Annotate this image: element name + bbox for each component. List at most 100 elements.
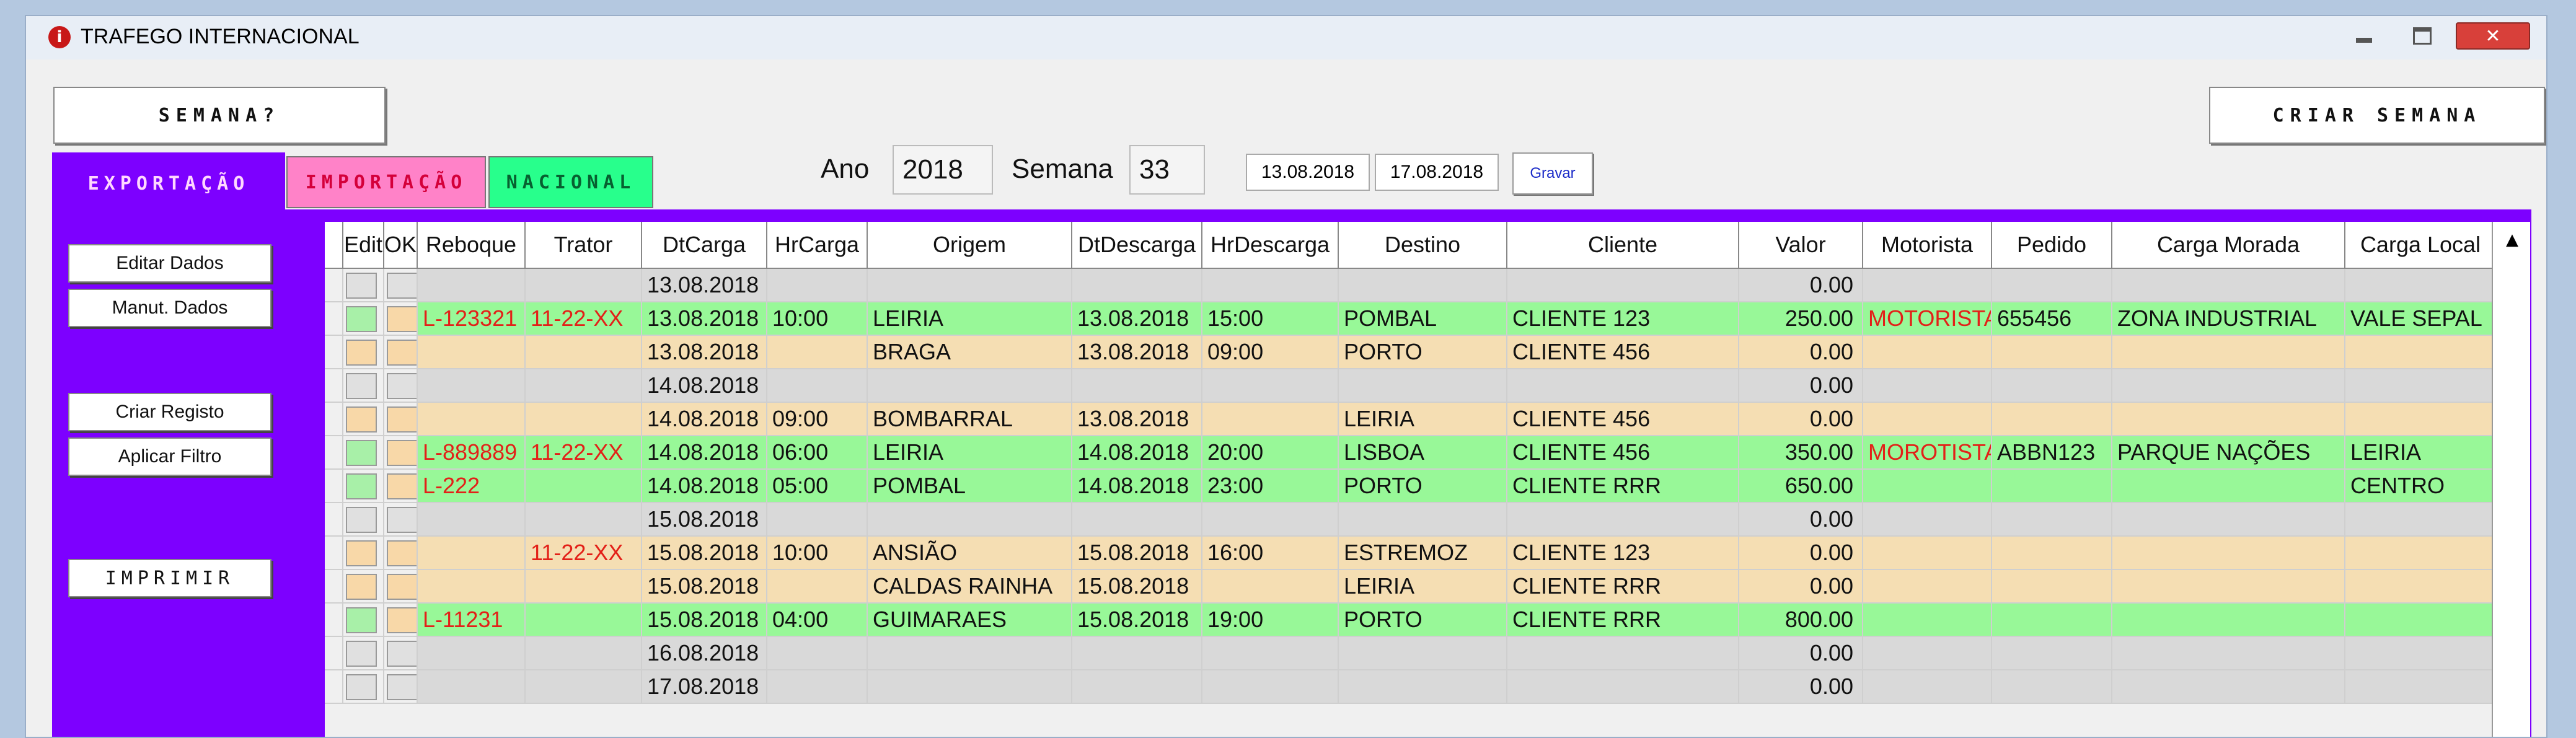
dtdescarga-cell[interactable]: [1072, 369, 1202, 403]
origem-cell[interactable]: LEIRIA: [868, 302, 1072, 336]
table-row[interactable]: 14.08.2018 09:00 BOMBARRAL 13.08.2018 LEIRIA…: [325, 403, 2494, 436]
header-carga-morada-col[interactable]: Carga Morada: [2112, 222, 2345, 268]
hrdescarga-cell[interactable]: [1202, 403, 1339, 436]
trator-cell[interactable]: [526, 604, 642, 637]
destino-cell[interactable]: LEIRIA: [1339, 570, 1507, 604]
motorista-cell[interactable]: MOTORISTA: [1863, 302, 1992, 336]
dtcarga-cell[interactable]: 14.08.2018: [642, 436, 767, 470]
row-selector[interactable]: [325, 537, 343, 570]
table-row[interactable]: 13.08.2018 BRAGA 13.08.2018 09:00 PORTO CLIEN…: [325, 336, 2494, 369]
hrcarga-cell[interactable]: [767, 503, 868, 537]
valor-cell[interactable]: 0.00: [1739, 503, 1863, 537]
header-valor-col[interactable]: Valor: [1739, 222, 1863, 268]
hrcarga-cell[interactable]: 09:00: [767, 403, 868, 436]
carga-local-cell[interactable]: [2345, 637, 2494, 670]
destino-cell[interactable]: PORTO: [1339, 470, 1507, 503]
motorista-cell[interactable]: [1863, 369, 1992, 403]
reboque-cell[interactable]: [418, 537, 526, 570]
carga-local-cell[interactable]: [2345, 269, 2494, 302]
hrcarga-cell[interactable]: 06:00: [767, 436, 868, 470]
carga-local-cell[interactable]: [2345, 403, 2494, 436]
row-selector[interactable]: [325, 470, 343, 503]
hrdescarga-cell[interactable]: [1202, 670, 1339, 704]
dtdescarga-cell[interactable]: [1072, 269, 1202, 302]
dtdescarga-cell[interactable]: 13.08.2018: [1072, 403, 1202, 436]
motorista-cell[interactable]: [1863, 537, 1992, 570]
dtdescarga-cell[interactable]: 14.08.2018: [1072, 436, 1202, 470]
cliente-cell[interactable]: CLIENTE RRR: [1507, 604, 1739, 637]
cliente-cell[interactable]: [1507, 269, 1739, 302]
pedido-cell[interactable]: [1992, 503, 2112, 537]
dtcarga-cell[interactable]: 14.08.2018: [642, 403, 767, 436]
origem-cell[interactable]: GUIMARAES: [868, 604, 1072, 637]
reboque-cell[interactable]: [418, 570, 526, 604]
row-selector[interactable]: [325, 403, 343, 436]
reboque-cell[interactable]: L-123321: [418, 302, 526, 336]
trator-cell[interactable]: [526, 369, 642, 403]
valor-cell[interactable]: 0.00: [1739, 403, 1863, 436]
header-dtcarga-col[interactable]: DtCarga: [642, 222, 767, 268]
carga-local-cell[interactable]: VALE SEPAL: [2345, 302, 2494, 336]
pedido-cell[interactable]: [1992, 670, 2112, 704]
aplicar-filtro-button[interactable]: Aplicar Filtro: [68, 437, 271, 476]
cliente-cell[interactable]: [1507, 637, 1739, 670]
ok-checkbox[interactable]: [387, 440, 417, 466]
dtcarga-cell[interactable]: 13.08.2018: [642, 269, 767, 302]
pedido-cell[interactable]: [1992, 637, 2112, 670]
reboque-cell[interactable]: [418, 403, 526, 436]
hrdescarga-cell[interactable]: [1202, 570, 1339, 604]
destino-cell[interactable]: PORTO: [1339, 336, 1507, 369]
valor-cell[interactable]: 800.00: [1739, 604, 1863, 637]
origem-cell[interactable]: [868, 269, 1072, 302]
header-reboque-col[interactable]: Reboque: [418, 222, 526, 268]
pedido-cell[interactable]: [1992, 369, 2112, 403]
row-selector[interactable]: [325, 369, 343, 403]
valor-cell[interactable]: 0.00: [1739, 369, 1863, 403]
date-to-field[interactable]: 17.08.2018: [1375, 154, 1499, 191]
hrcarga-cell[interactable]: 10:00: [767, 537, 868, 570]
edit-checkbox[interactable]: [346, 507, 377, 533]
reboque-cell[interactable]: [418, 637, 526, 670]
semana-field[interactable]: 33: [1129, 145, 1205, 195]
tab-exportacao[interactable]: EXPORTAÇÃO: [52, 152, 285, 214]
pedido-cell[interactable]: [1992, 570, 2112, 604]
hrcarga-cell[interactable]: [767, 269, 868, 302]
motorista-cell[interactable]: [1863, 403, 1992, 436]
dtdescarga-cell[interactable]: [1072, 503, 1202, 537]
carga-morada-cell[interactable]: [2112, 604, 2345, 637]
destino-cell[interactable]: [1339, 503, 1507, 537]
motorista-cell[interactable]: [1863, 604, 1992, 637]
hrdescarga-cell[interactable]: [1202, 637, 1339, 670]
valor-cell[interactable]: 0.00: [1739, 637, 1863, 670]
edit-checkbox[interactable]: [346, 340, 377, 366]
header-edit-col[interactable]: Edit: [343, 222, 384, 268]
edit-checkbox[interactable]: [346, 607, 377, 633]
dtcarga-cell[interactable]: 13.08.2018: [642, 302, 767, 336]
valor-cell[interactable]: 0.00: [1739, 570, 1863, 604]
hrcarga-cell[interactable]: [767, 570, 868, 604]
ok-checkbox[interactable]: [387, 373, 417, 399]
carga-morada-cell[interactable]: [2112, 637, 2345, 670]
origem-cell[interactable]: LEIRIA: [868, 436, 1072, 470]
tab-importacao[interactable]: IMPORTAÇÃO: [286, 156, 486, 208]
table-row[interactable]: L-123321 11-22-XX 13.08.2018 10:00 LEIRIA 13.…: [325, 302, 2494, 336]
pedido-cell[interactable]: [1992, 470, 2112, 503]
hrdescarga-cell[interactable]: [1202, 503, 1339, 537]
destino-cell[interactable]: ESTREMOZ: [1339, 537, 1507, 570]
destino-cell[interactable]: [1339, 269, 1507, 302]
trator-cell[interactable]: [526, 503, 642, 537]
table-row[interactable]: 15.08.2018 0.00: [325, 503, 2494, 537]
imprimir-button[interactable]: IMPRIMIR: [68, 559, 271, 597]
reboque-cell[interactable]: L-222: [418, 470, 526, 503]
trator-cell[interactable]: [526, 269, 642, 302]
ok-checkbox[interactable]: [387, 607, 417, 633]
cliente-cell[interactable]: CLIENTE 123: [1507, 537, 1739, 570]
carga-morada-cell[interactable]: [2112, 403, 2345, 436]
ok-checkbox[interactable]: [387, 273, 417, 299]
hrdescarga-cell[interactable]: 23:00: [1202, 470, 1339, 503]
edit-checkbox[interactable]: [346, 440, 377, 466]
dtdescarga-cell[interactable]: 14.08.2018: [1072, 470, 1202, 503]
reboque-cell[interactable]: [418, 269, 526, 302]
hrdescarga-cell[interactable]: 20:00: [1202, 436, 1339, 470]
row-selector[interactable]: [325, 269, 343, 302]
